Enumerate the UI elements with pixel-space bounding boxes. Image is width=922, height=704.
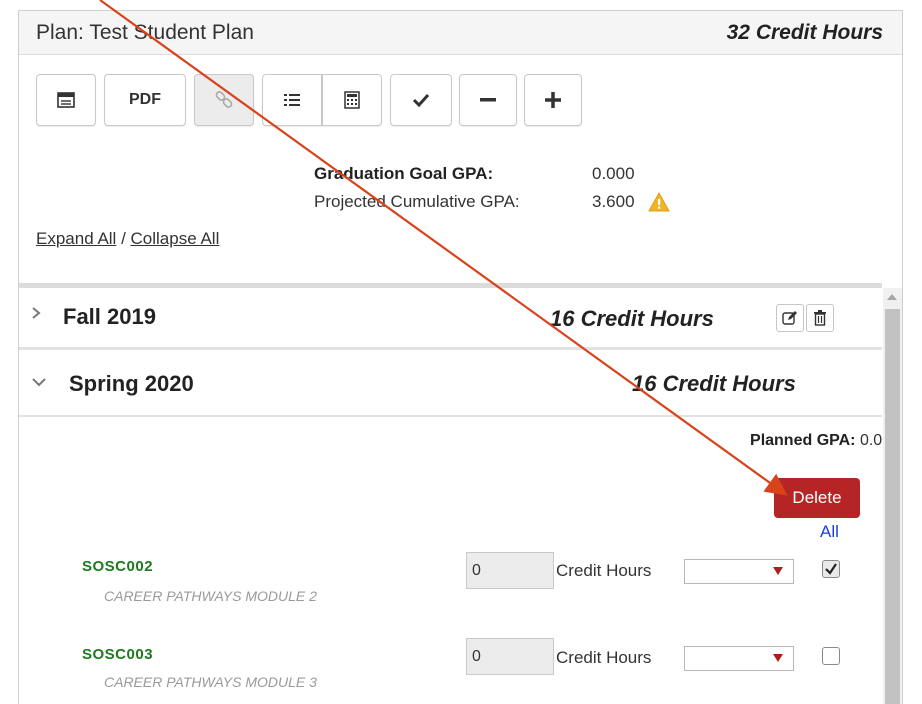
plan-header: Plan: Test Student Plan 32 Credit Hours [19, 11, 902, 55]
minus-icon [480, 98, 496, 102]
plus-icon [545, 92, 561, 108]
calculator-button[interactable] [322, 74, 382, 126]
grade-select[interactable] [684, 559, 794, 584]
link-button[interactable] [194, 74, 254, 126]
expand-all-link[interactable]: Expand All [36, 229, 116, 248]
checkmark-icon [825, 563, 837, 575]
list-icon [284, 94, 300, 106]
trash-icon [814, 310, 826, 326]
term-name: Spring 2020 [69, 371, 194, 396]
credit-hours-label: Credit Hours [556, 561, 652, 580]
link-icon [215, 91, 233, 108]
minus-button[interactable] [459, 74, 517, 126]
dropdown-arrow-icon [773, 654, 783, 662]
term-credits: 16 Credit Hours [632, 371, 796, 396]
view-button[interactable] [36, 74, 96, 126]
course-code[interactable]: SOSC003 [82, 646, 153, 663]
graduation-goal-gpa-label: Graduation Goal GPA: [314, 164, 494, 183]
calculator-icon [344, 91, 360, 109]
course-name: CAREER PATHWAYS MODULE 2 [104, 588, 317, 604]
warning-icon[interactable] [648, 192, 670, 212]
course-name: CAREER PATHWAYS MODULE 3 [104, 674, 317, 690]
term-credits: 16 Credit Hours [550, 306, 714, 331]
course-code[interactable]: SOSC002 [82, 558, 153, 575]
term-row-fall-2019[interactable]: Fall 2019 16 Credit Hours [19, 288, 882, 350]
list-button[interactable] [262, 74, 322, 126]
course-checkbox[interactable] [822, 647, 840, 665]
link-separator: / [116, 229, 131, 248]
grade-select[interactable] [684, 646, 794, 671]
plan-total-credits: 32 Credit Hours [726, 21, 883, 44]
credit-hours-label: Credit Hours [556, 648, 652, 667]
credit-hours-input[interactable]: 0 [466, 552, 554, 589]
graduation-goal-gpa-value: 0.000 [592, 164, 635, 183]
select-all-link[interactable]: All [820, 522, 839, 542]
expand-collapse-links: Expand All / Collapse All [36, 229, 219, 249]
collapse-all-link[interactable]: Collapse All [131, 229, 220, 248]
dropdown-arrow-icon [773, 567, 783, 575]
delete-button[interactable]: Delete [774, 478, 860, 518]
plus-button[interactable] [524, 74, 582, 126]
term-row-spring-2020[interactable]: Spring 2020 16 Credit Hours [19, 353, 882, 417]
scrollbar-thumb[interactable] [885, 309, 900, 704]
term-name: Fall 2019 [63, 304, 156, 329]
pdf-button[interactable]: PDF [104, 74, 186, 126]
scroll-up-arrow-icon[interactable] [887, 294, 897, 300]
delete-term-button[interactable] [806, 304, 834, 332]
chevron-right-icon [31, 305, 41, 326]
view-icon [57, 92, 75, 108]
planned-gpa: Planned GPA: 0.000 [750, 432, 900, 450]
check-icon [412, 93, 430, 107]
projected-gpa-label: Projected Cumulative GPA: [314, 192, 520, 211]
plan-title: Plan: Test Student Plan [36, 21, 254, 44]
credit-hours-input[interactable]: 0 [466, 638, 554, 675]
course-checkbox[interactable] [822, 560, 840, 578]
planned-gpa-label: Planned GPA: [750, 432, 856, 449]
edit-term-button[interactable] [776, 304, 804, 332]
edit-icon [782, 311, 797, 325]
check-button[interactable] [390, 74, 452, 126]
chevron-down-icon [31, 375, 47, 393]
projected-gpa-value: 3.600 [592, 192, 635, 211]
